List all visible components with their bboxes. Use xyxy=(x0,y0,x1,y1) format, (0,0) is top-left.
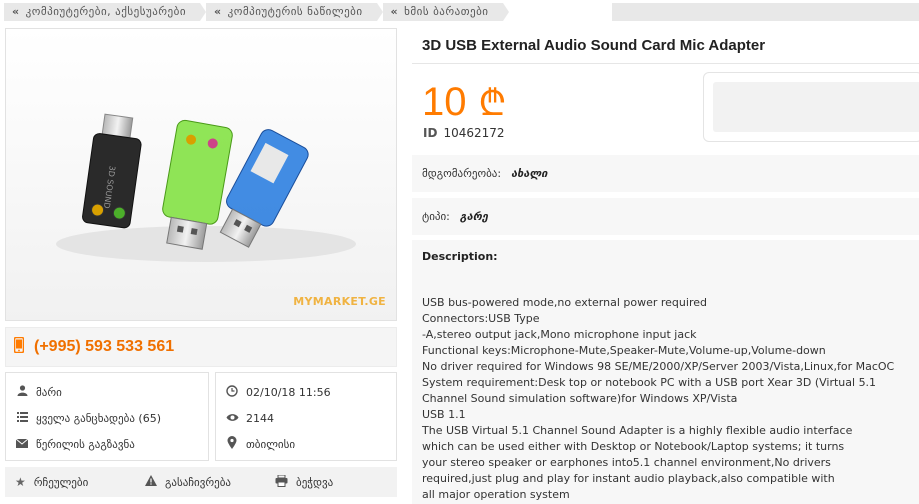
ad-placeholder xyxy=(703,72,919,142)
description-line: The USB Virtual 5.1 Channel Sound Adapte… xyxy=(422,424,853,437)
double-chevron-left-icon: « xyxy=(214,5,222,18)
breadcrumb-bar-fill xyxy=(612,3,919,21)
description-line: Channel Sound simulation software)for Wi… xyxy=(422,392,738,405)
description-line: required,just plug and play for instant … xyxy=(422,472,835,485)
star-icon: ★ xyxy=(15,475,26,489)
print-button[interactable]: ბეჭდვა xyxy=(265,467,343,497)
phone-number[interactable]: (+995) 593 533 561 xyxy=(34,338,174,356)
id-value: 10462172 xyxy=(443,126,505,140)
favorites-button[interactable]: ★ რჩეულები xyxy=(5,467,135,497)
product-image[interactable]: 3D SOUND MYMARKET.GE xyxy=(5,28,397,321)
double-chevron-left-icon: « xyxy=(390,5,399,18)
condition-row: მდგომარეობა: ახალი xyxy=(412,155,919,193)
location-row: თბილისი xyxy=(224,431,396,457)
description-line: System requirement:Desk top or notebook … xyxy=(422,376,877,389)
type-value: გარე xyxy=(459,210,488,223)
send-message-row[interactable]: წერილის გაგზავნა xyxy=(14,431,208,457)
seller-info-left: მარი ყველა განცხადება (65) წერილის გაგზა… xyxy=(5,372,209,461)
user-icon xyxy=(14,385,30,399)
report-button[interactable]: გასაჩივრება xyxy=(135,467,265,497)
eye-icon xyxy=(224,411,240,425)
phone-box[interactable]: (+995) 593 533 561 xyxy=(5,327,397,367)
all-ads-link[interactable]: ყველა განცხადება (65) xyxy=(36,412,161,425)
seller-name-row: მარი xyxy=(14,379,208,405)
description-line: which can be used either with Desktop or… xyxy=(422,440,845,453)
double-chevron-left-icon: « xyxy=(12,5,20,18)
seller-info: მარი ყველა განცხადება (65) წერილის გაგზა… xyxy=(5,372,397,461)
clock-icon xyxy=(224,384,240,400)
action-bar: ★ რჩეულები გასაჩივრება ბეჭდვა xyxy=(5,467,397,497)
ad-placeholder-inner xyxy=(713,82,919,132)
product-title: 3D USB External Audio Sound Card Mic Ada… xyxy=(422,37,766,54)
description-line: Connectors:USB Type xyxy=(422,312,540,325)
breadcrumb-item-sound-cards[interactable]: «ხმის ბარათები xyxy=(382,3,509,21)
description-line: -A,stereo output jack,Mono microphone in… xyxy=(422,328,697,341)
warning-icon xyxy=(145,475,157,489)
product-id: ID 10462172 xyxy=(423,126,505,140)
description-panel: Description: USB bus-powered mode,no ext… xyxy=(412,240,919,504)
date-row: 02/10/18 11:56 xyxy=(224,379,396,405)
divider xyxy=(412,63,919,64)
printer-icon xyxy=(275,474,288,490)
usb-sound-cards-image: 3D SOUND xyxy=(6,29,396,320)
list-icon xyxy=(14,411,30,425)
breadcrumb-item-computer-parts[interactable]: «კომპიუტერის ნაწილები xyxy=(206,3,383,21)
price: 10 ₾ xyxy=(422,80,506,125)
description-line: USB bus-powered mode,no external power r… xyxy=(422,296,707,309)
price-value: 10 xyxy=(422,80,467,124)
location: თბილისი xyxy=(246,437,296,451)
image-watermark: MYMARKET.GE xyxy=(293,295,386,308)
description-line: Functional keys:Microphone-Mute,Speaker-… xyxy=(422,344,826,357)
breadcrumb-item-computers[interactable]: «კომპიუტერები, აქსესუარები xyxy=(4,3,207,21)
type-label: ტიპი: xyxy=(422,210,450,223)
seller-name: მარი xyxy=(36,385,62,399)
description-line: all major operation system xyxy=(422,488,570,501)
all-ads-row[interactable]: ყველა განცხადება (65) xyxy=(14,405,208,431)
envelope-icon xyxy=(14,437,30,451)
mobile-phone-icon xyxy=(13,336,28,357)
condition-value: ახალი xyxy=(511,167,548,180)
description-line: your stereo speaker or earphones into5.1… xyxy=(422,456,831,469)
description-line: USB 1.1 xyxy=(422,408,466,421)
breadcrumb: «კომპიუტერები, აქსესუარები «კომპიუტერის … xyxy=(4,3,509,21)
post-date: 02/10/18 11:56 xyxy=(246,385,331,399)
condition-label: მდგომარეობა: xyxy=(422,167,502,180)
view-count: 2144 xyxy=(246,411,274,425)
id-label: ID xyxy=(423,126,438,140)
lari-currency-icon: ₾ xyxy=(478,82,507,123)
send-message-link[interactable]: წერილის გაგზავნა xyxy=(36,438,135,451)
views-row: 2144 xyxy=(224,405,396,431)
description-line: No driver required for Windows 98 SE/ME/… xyxy=(422,360,895,373)
type-row: ტიპი: გარე xyxy=(412,198,919,236)
description-heading: Description: xyxy=(422,250,498,263)
map-pin-icon xyxy=(224,436,240,452)
seller-info-right: 02/10/18 11:56 2144 თბილისი xyxy=(215,372,397,461)
